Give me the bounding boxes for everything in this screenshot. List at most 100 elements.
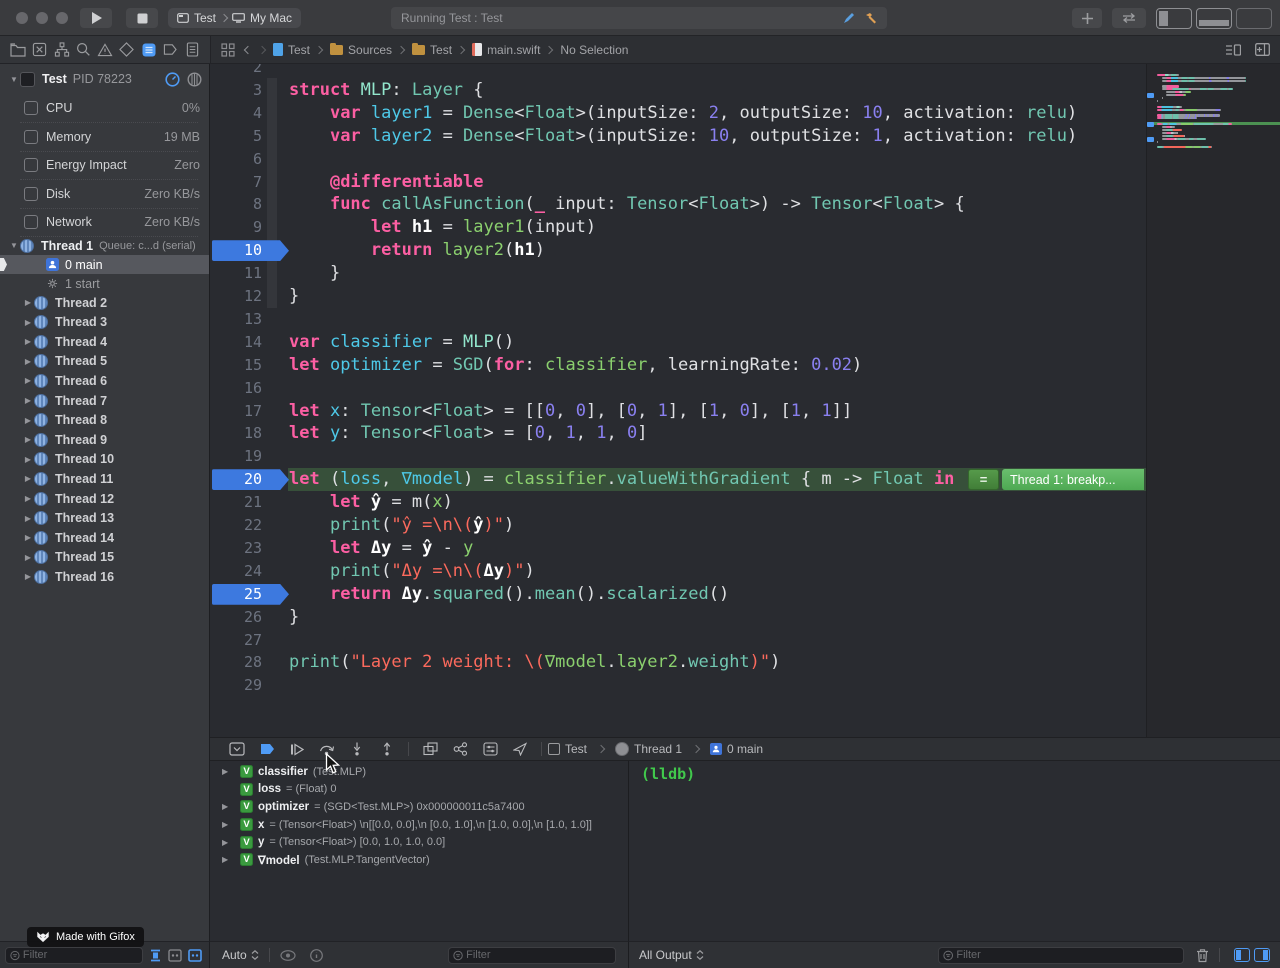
test-navigator-icon[interactable]: [117, 40, 137, 60]
code-text[interactable]: return Δy.squared().mean().scalarized(): [289, 583, 729, 606]
gauge-row-cpu[interactable]: CPU0%: [0, 94, 210, 122]
thread-row[interactable]: ▶Thread 16: [0, 567, 210, 586]
thread-row[interactable]: ▶Thread 10: [0, 450, 210, 469]
navigator-filter-input[interactable]: [23, 949, 138, 961]
code-text[interactable]: @differentiable: [289, 171, 483, 194]
source-control-navigator-icon[interactable]: [30, 40, 50, 60]
code-text[interactable]: struct MLP: Layer {: [289, 79, 484, 102]
variable-row[interactable]: ▶Vx= (Tensor<Float>) \n[[0.0, 0.0],\n [0…: [210, 816, 628, 834]
info-icon[interactable]: [310, 949, 323, 962]
breakpoint-navigator-icon[interactable]: [160, 40, 180, 60]
thread-row[interactable]: ▶Thread 9: [0, 430, 210, 449]
find-navigator-icon[interactable]: [73, 40, 93, 60]
show-console-toggle[interactable]: [1254, 948, 1270, 962]
jumpbar-item[interactable]: main.swift: [472, 43, 540, 57]
thread-row[interactable]: ▶Thread 11: [0, 469, 210, 488]
code-text[interactable]: var layer1 = Dense<Float>(inputSize: 2, …: [289, 102, 1077, 125]
view-mode-flat-icon[interactable]: [147, 948, 163, 963]
thread-row[interactable]: ▶Thread 15: [0, 548, 210, 567]
thread-row[interactable]: ▶Thread 4: [0, 332, 210, 351]
view-mode-queues-icon[interactable]: [187, 948, 203, 963]
disclosure-open-icon[interactable]: ▼: [8, 241, 20, 250]
disclosure-closed-icon[interactable]: ▶: [222, 838, 228, 847]
add-editor-icon[interactable]: [1255, 43, 1270, 56]
memory-graph-icon[interactable]: [445, 740, 475, 758]
disclosure-closed-icon[interactable]: ▶: [22, 553, 34, 562]
console-filter-field[interactable]: [938, 947, 1184, 964]
breakpoints-toggle-icon[interactable]: [252, 740, 282, 758]
code-text[interactable]: var classifier = MLP(): [289, 331, 514, 354]
step-into-icon[interactable]: [342, 740, 372, 758]
jumpbar-item[interactable]: No Selection: [560, 43, 628, 57]
code-text[interactable]: let (loss, ∇model) = classifier.valueWit…: [289, 468, 954, 491]
thread-row[interactable]: ▶Thread 6: [0, 371, 210, 390]
code-text[interactable]: print("Δy =\n\(Δy)"): [289, 560, 535, 583]
clear-console-trash-icon[interactable]: [1196, 948, 1209, 963]
code-review-button[interactable]: [1112, 8, 1146, 28]
variable-row[interactable]: ▶Vclassifier(Test.MLP): [210, 763, 628, 781]
disclosure-closed-icon[interactable]: ▶: [22, 572, 34, 581]
variable-row[interactable]: ▶Vy= (Tensor<Float>) [0.0, 1.0, 1.0, 0.0…: [210, 833, 628, 851]
navigator-filter-field[interactable]: [5, 947, 143, 964]
thread-row[interactable]: ▶Thread 14: [0, 528, 210, 547]
view-hierarchy-icon[interactable]: [415, 740, 445, 758]
gauge-icon[interactable]: [165, 72, 180, 87]
debug-navigator-icon[interactable]: [139, 40, 159, 60]
view-mode-threads-icon[interactable]: [167, 948, 183, 963]
thread-row[interactable]: ▶Thread 12: [0, 489, 210, 508]
code-text[interactable]: return layer2(h1): [289, 239, 545, 262]
toggle-navigator-button[interactable]: [1156, 8, 1192, 29]
editor-options-icon[interactable]: [1226, 44, 1241, 56]
code-text[interactable]: }: [289, 262, 340, 285]
related-items-icon[interactable]: [221, 43, 235, 57]
code-text[interactable]: print("Layer 2 weight: \(∇model.layer2.w…: [289, 651, 780, 674]
jumpbar-item[interactable]: Test: [412, 43, 452, 57]
minimize-window-icon[interactable]: [36, 12, 48, 24]
disclosure-closed-icon[interactable]: ▶: [22, 357, 34, 366]
debug-breadcrumb-item[interactable]: 0 main: [710, 742, 763, 756]
code-text[interactable]: let h1 = layer1(input): [289, 216, 596, 239]
console-view[interactable]: (lldb): [628, 761, 1280, 941]
step-out-icon[interactable]: [372, 740, 402, 758]
go-forward-icon[interactable]: [258, 45, 266, 53]
disclosure-closed-icon[interactable]: ▶: [22, 298, 34, 307]
variable-row[interactable]: ▶V∇model(Test.MLP.TangentVector): [210, 851, 628, 869]
gauge-row-network[interactable]: NetworkZero KB/s: [0, 208, 210, 236]
stop-button[interactable]: [126, 8, 158, 28]
hide-debug-area-icon[interactable]: [222, 740, 252, 758]
disclosure-closed-icon[interactable]: ▶: [22, 533, 34, 542]
disclosure-closed-icon[interactable]: ▶: [22, 494, 34, 503]
code-text[interactable]: let optimizer = SGD(for: classifier, lea…: [289, 354, 862, 377]
thread-row[interactable]: ▶Thread 13: [0, 509, 210, 528]
disclosure-closed-icon[interactable]: ▶: [222, 767, 228, 776]
disclosure-closed-icon[interactable]: ▶: [22, 455, 34, 464]
stack-frame-row[interactable]: 1 start: [0, 274, 210, 293]
disclosure-closed-icon[interactable]: ▶: [22, 318, 34, 327]
code-text[interactable]: let y: Tensor<Float> = [0, 1, 1, 0]: [289, 422, 647, 445]
gauge-row-memory[interactable]: Memory19 MB: [0, 123, 210, 151]
threads-circle-icon[interactable]: [187, 72, 202, 87]
go-back-icon[interactable]: [244, 45, 252, 53]
jumpbar-item[interactable]: Test: [273, 43, 310, 57]
report-navigator-icon[interactable]: [182, 40, 202, 60]
disclosure-closed-icon[interactable]: ▶: [22, 435, 34, 444]
continue-icon[interactable]: [282, 740, 312, 758]
symbol-navigator-icon[interactable]: [52, 40, 72, 60]
code-text[interactable]: var layer2 = Dense<Float>(inputSize: 10,…: [289, 125, 1077, 148]
show-variables-view-toggle[interactable]: [1234, 948, 1250, 962]
console-filter-input[interactable]: [956, 949, 1179, 961]
thread-row[interactable]: ▶Thread 8: [0, 411, 210, 430]
library-button[interactable]: [1072, 8, 1102, 28]
environment-overrides-icon[interactable]: [475, 740, 505, 758]
code-text[interactable]: print("ŷ =\n\(ŷ)"): [289, 514, 514, 537]
jumpbar-item[interactable]: Sources: [330, 43, 392, 57]
scope-dropdown[interactable]: Auto: [222, 948, 259, 962]
disclosure-closed-icon[interactable]: ▶: [22, 416, 34, 425]
disclosure-closed-icon[interactable]: ▶: [222, 855, 228, 864]
scheme-selector[interactable]: Test My Mac: [168, 8, 301, 28]
code-text[interactable]: let Δy = ŷ - y: [289, 537, 473, 560]
code-text[interactable]: let x: Tensor<Float> = [[0, 0], [0, 1], …: [289, 400, 852, 423]
stack-frame-row[interactable]: 0 main: [0, 255, 210, 274]
toggle-debug-area-button[interactable]: [1196, 8, 1232, 29]
issue-navigator-icon[interactable]: [95, 40, 115, 60]
